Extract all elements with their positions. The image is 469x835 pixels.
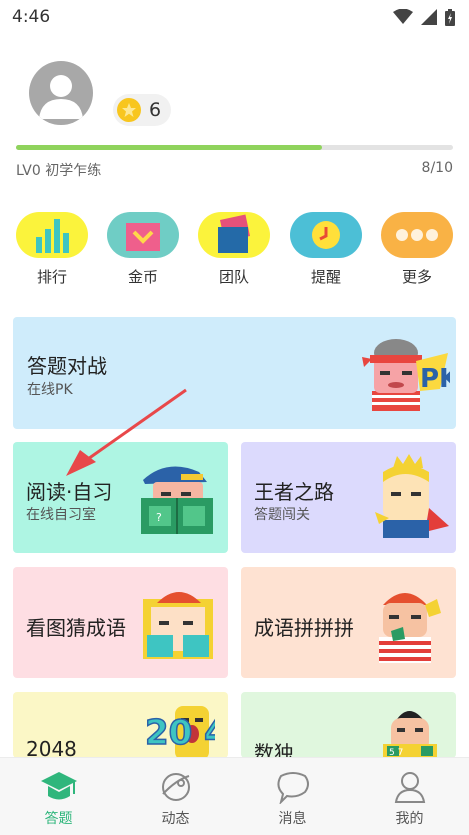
signal-icon — [421, 9, 437, 25]
king-character-illustration — [375, 454, 449, 538]
shortcut-coins-label: 金币 — [127, 268, 158, 286]
reading-card-subtitle: 在线自习室 — [26, 507, 96, 523]
game-2048-art-text: 20 48 — [145, 713, 215, 753]
profile-header: 6 — [0, 56, 469, 136]
tab-profile-label: 我的 — [395, 811, 424, 827]
picture-character-illustration — [143, 592, 213, 659]
shortcut-team-label: 团队 — [218, 268, 249, 286]
avatar[interactable] — [29, 61, 93, 125]
coin-icon — [126, 223, 160, 251]
tab-profile[interactable]: 我的 — [351, 758, 468, 835]
tab-answer[interactable]: 答题 — [0, 758, 117, 835]
idiom-character-illustration — [379, 593, 441, 663]
shortcut-reminder-pill — [290, 212, 362, 258]
team-icon — [218, 214, 251, 253]
coin-star-icon — [117, 98, 141, 122]
tab-messages[interactable]: 消息 — [234, 758, 351, 835]
svg-text:?: ? — [156, 511, 162, 524]
battle-card-title: 答题对战 — [27, 354, 107, 378]
status-icons — [393, 8, 455, 26]
battle-card-subtitle: 在线PK — [27, 382, 73, 398]
king-road-card[interactable]: 王者之路 答题闯关 — [241, 442, 456, 553]
wifi-icon — [393, 9, 413, 24]
king-road-card-subtitle: 答题闯关 — [254, 507, 310, 523]
king-road-card-title: 王者之路 — [254, 480, 334, 504]
idiom-puzzle-card-title: 成语拼拼拼 — [254, 616, 354, 640]
coin-count: 6 — [149, 99, 162, 121]
sudoku-character-illustration: 5 7 — [383, 711, 437, 758]
shortcut-team[interactable]: 团队 — [198, 212, 270, 287]
game-2048-card-title: 2048 — [26, 737, 77, 758]
reading-card[interactable]: 阅读·自习 在线自习室 ? — [13, 442, 228, 553]
shortcut-row: 排行 金币 团队 提醒 更多 — [0, 212, 469, 286]
picture-idiom-card-title: 看图猜成语 — [26, 616, 126, 640]
reading-card-title: 阅读·自习 — [26, 480, 113, 504]
more-icon — [396, 229, 438, 241]
ranking-icon — [36, 219, 69, 253]
shortcut-reminder-label: 提醒 — [310, 268, 341, 286]
shortcut-ranking[interactable]: 排行 — [16, 212, 88, 287]
shortcut-reminder[interactable]: 提醒 — [290, 212, 362, 287]
shortcut-more-pill — [381, 212, 453, 258]
picture-idiom-card[interactable]: 看图猜成语 — [13, 567, 228, 678]
battle-character-illustration: PK — [362, 339, 450, 411]
user-icon — [394, 772, 425, 803]
chat-bubble-icon — [276, 772, 309, 804]
shortcut-team-pill — [198, 212, 270, 258]
status-bar: 4:46 — [0, 0, 469, 34]
planet-icon — [161, 773, 190, 801]
tab-messages-label: 消息 — [278, 811, 307, 827]
tab-answer-label: 答题 — [44, 811, 73, 827]
reading-character-illustration: ? — [141, 466, 213, 534]
graduation-cap-icon — [40, 772, 77, 800]
level-progress-fill — [16, 145, 322, 150]
reminder-icon — [312, 221, 340, 249]
battle-card[interactable]: 答题对战 在线PK PK — [13, 317, 456, 429]
tab-feed-label: 动态 — [161, 811, 190, 827]
shortcut-ranking-pill — [16, 212, 88, 258]
tab-feed[interactable]: 动态 — [117, 758, 234, 835]
level-count: 8/10 — [421, 160, 453, 176]
level-label: LV0 初学乍练 — [16, 163, 102, 179]
shortcut-coins[interactable]: 金币 — [107, 212, 179, 287]
shortcut-coins-pill — [107, 212, 179, 258]
coin-badge[interactable]: 6 — [113, 94, 172, 126]
avatar-person-icon — [39, 75, 83, 119]
shortcut-more-label: 更多 — [401, 268, 432, 286]
shortcut-ranking-label: 排行 — [36, 268, 67, 286]
status-time: 4:46 — [12, 7, 51, 27]
battery-icon — [445, 8, 455, 26]
sudoku-card[interactable]: 数独 5 7 — [241, 692, 456, 758]
level-progress-bar — [16, 145, 453, 150]
pk-art-text: PK — [420, 364, 450, 394]
game-2048-card[interactable]: 2048 20 48 — [13, 692, 228, 758]
sudoku-card-title: 数独 — [254, 741, 294, 758]
idiom-puzzle-card[interactable]: 成语拼拼拼 — [241, 567, 456, 678]
shortcut-more[interactable]: 更多 — [381, 212, 453, 287]
game-2048-illustration: 20 48 — [145, 706, 215, 758]
bottom-tab-bar: 答题 动态 消息 我的 — [0, 757, 469, 835]
